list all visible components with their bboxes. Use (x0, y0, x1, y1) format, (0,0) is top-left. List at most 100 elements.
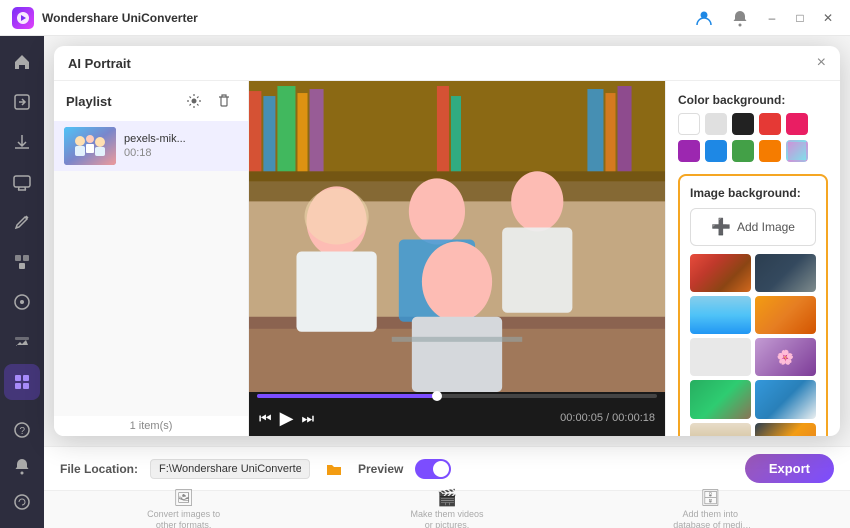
playlist-panel: Playlist (54, 81, 249, 436)
color-swatch-black[interactable] (732, 113, 754, 135)
color-swatch-pink[interactable] (786, 113, 808, 135)
footer-convert-icon: 🖼 (174, 488, 194, 508)
sidebar-item-screen[interactable] (4, 164, 40, 200)
title-bar-right: – □ ✕ (690, 4, 838, 32)
sidebar-item-dvd[interactable] (4, 284, 40, 320)
footer-media-label: Make them videos or pictures. (407, 509, 487, 528)
playlist-settings-button[interactable] (182, 89, 206, 113)
dialog-title: AI Portrait (68, 56, 131, 71)
add-image-label: Add Image (737, 220, 795, 234)
color-swatch-red[interactable] (759, 113, 781, 135)
app-footer: 🖼 Convert images to other formats. 🎬 Mak… (44, 490, 850, 528)
current-time: 00:00:05 (560, 412, 603, 424)
close-button[interactable]: ✕ (818, 8, 838, 28)
footer-item-media[interactable]: 🎬 Make them videos or pictures. (315, 488, 578, 528)
export-button[interactable]: Export (745, 454, 834, 483)
image-bg-label: Image background: (690, 186, 816, 200)
sidebar-item-feedback[interactable] (4, 484, 40, 520)
prev-frame-button[interactable]: ⏮ (259, 410, 272, 427)
dialog-close-button[interactable]: × (817, 54, 826, 72)
next-frame-button[interactable]: ⏭ (301, 410, 314, 427)
footer-database-icon: 🗄 (700, 488, 720, 508)
color-grid (678, 113, 828, 162)
sidebar-item-help[interactable]: ? (4, 412, 40, 448)
playlist-item[interactable]: pexels-mik... 00:18 (54, 121, 248, 171)
title-bar-left: Wondershare UniConverter (12, 7, 198, 29)
sidebar-item-grid[interactable] (4, 364, 40, 400)
items-count: 1 item(s) (54, 416, 248, 436)
file-location-label: File Location: (60, 462, 138, 476)
right-panel: Color background: (665, 81, 840, 436)
bg-thumb-10[interactable] (755, 423, 816, 437)
preview-toggle[interactable] (415, 459, 451, 479)
video-canvas (249, 81, 665, 392)
bg-thumb-6[interactable]: 🌸 (755, 338, 816, 376)
playlist-title: Playlist (66, 94, 112, 109)
notification-icon[interactable] (726, 4, 754, 32)
color-bg-label: Color background: (678, 93, 828, 107)
color-bg-section: Color background: (678, 93, 828, 162)
main-layout: ? AI Portrait × (0, 36, 850, 528)
color-swatch-orange[interactable] (759, 140, 781, 162)
playlist-thumbnail (64, 127, 116, 165)
image-bg-section: Image background: ➕ Add Image (678, 174, 828, 436)
bg-thumb-3[interactable] (690, 296, 751, 334)
color-swatch-lightgray[interactable] (705, 113, 727, 135)
file-path-input[interactable] (150, 459, 310, 479)
sidebar-item-edit[interactable] (4, 204, 40, 240)
progress-fill (257, 394, 437, 398)
color-swatch-purple[interactable] (678, 140, 700, 162)
playlist-item-name: pexels-mik... (124, 133, 238, 145)
playlist-delete-button[interactable] (212, 89, 236, 113)
app-logo (12, 7, 34, 29)
time-display: 00:00:05 / 00:00:18 (560, 412, 655, 424)
dialog-title-bar: AI Portrait × (54, 46, 840, 81)
video-area: ⏮ ▶ ⏭ 00:00:05 / 00:00:18 (249, 81, 665, 436)
bg-thumb-8[interactable] (755, 380, 816, 418)
video-controls: ⏮ ▶ ⏭ 00:00:05 / 00:00:18 (249, 400, 665, 436)
color-swatch-gradient[interactable] (786, 140, 808, 162)
bg-thumb-5[interactable] (690, 338, 751, 376)
sidebar-item-toolbox[interactable] (4, 324, 40, 360)
total-time: 00:00:18 (612, 412, 655, 424)
content-area: AI Portrait × Playlist (44, 36, 850, 528)
sidebar-item-merge[interactable] (4, 244, 40, 280)
bottom-bar: File Location: Preview Export (44, 446, 850, 490)
minimize-button[interactable]: – (762, 8, 782, 28)
ai-portrait-dialog: AI Portrait × Playlist (54, 46, 840, 436)
preview-label: Preview (358, 462, 403, 476)
sidebar-item-bell[interactable] (4, 448, 40, 484)
playlist-thumb-image (64, 127, 116, 165)
toggle-dot (433, 461, 449, 477)
add-icon: ➕ (711, 217, 731, 237)
bg-thumb-1[interactable] (690, 254, 751, 292)
footer-media-icon: 🎬 (437, 488, 457, 508)
color-swatch-blue[interactable] (705, 140, 727, 162)
dialog-body: Playlist (54, 81, 840, 436)
user-icon[interactable] (690, 4, 718, 32)
bg-thumb-9[interactable] (690, 423, 751, 437)
color-swatch-green[interactable] (732, 140, 754, 162)
playlist-actions (182, 89, 236, 113)
progress-bar[interactable] (257, 394, 657, 398)
bg-thumb-4[interactable] (755, 296, 816, 334)
svg-text:?: ? (20, 426, 26, 437)
bg-thumb-7[interactable] (690, 380, 751, 418)
folder-button[interactable] (322, 457, 346, 481)
color-swatch-white[interactable] (678, 113, 700, 135)
play-button[interactable]: ▶ (280, 408, 294, 429)
sidebar-item-convert[interactable] (4, 84, 40, 120)
footer-item-database[interactable]: 🗄 Add them into database of media files. (579, 488, 842, 528)
app-title: Wondershare UniConverter (42, 11, 198, 25)
footer-convert-label: Convert images to other formats. (144, 509, 224, 528)
footer-item-convert[interactable]: 🖼 Convert images to other formats. (52, 488, 315, 528)
add-image-button[interactable]: ➕ Add Image (690, 208, 816, 246)
playlist-item-duration: 00:18 (124, 147, 238, 159)
sidebar-item-home[interactable] (4, 44, 40, 80)
sidebar: ? (0, 36, 44, 528)
sidebar-item-download[interactable] (4, 124, 40, 160)
progress-thumb (432, 391, 442, 401)
maximize-button[interactable]: □ (790, 8, 810, 28)
sidebar-bottom: ? (4, 412, 40, 520)
bg-thumb-2[interactable] (755, 254, 816, 292)
